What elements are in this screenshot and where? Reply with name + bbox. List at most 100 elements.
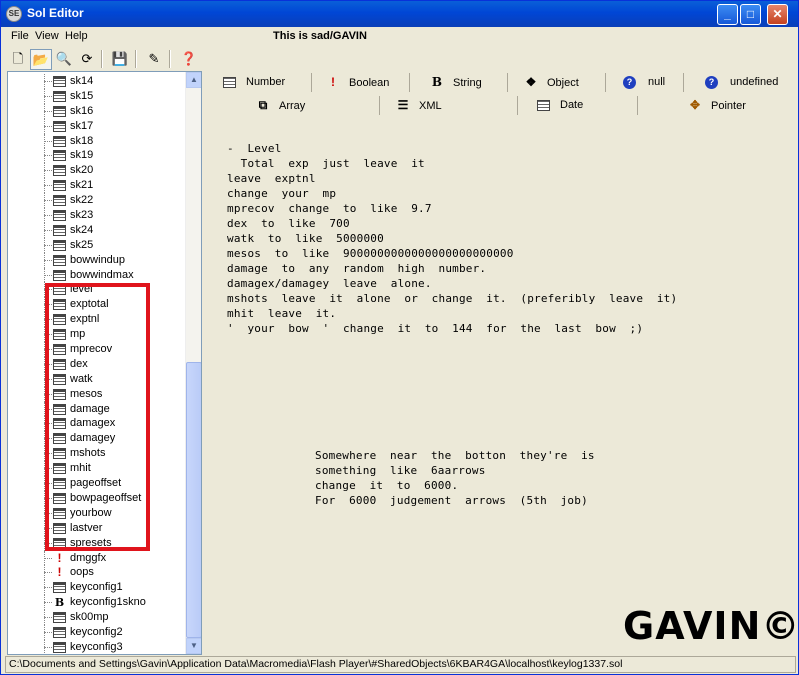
tree-item-label: keyconfig2 bbox=[70, 625, 123, 638]
grid-icon bbox=[53, 626, 66, 638]
help-icon[interactable]: ❓ bbox=[178, 49, 200, 70]
tree-item[interactable]: sk00mp bbox=[8, 610, 186, 625]
grid-icon bbox=[53, 612, 66, 624]
tree-item[interactable]: ! oops bbox=[8, 565, 186, 581]
tree-item[interactable]: sk24 bbox=[8, 222, 186, 238]
tree-scrollbar[interactable]: ▲ ▼ bbox=[185, 72, 201, 654]
tree-item[interactable]: sk18 bbox=[8, 133, 186, 149]
menu-view[interactable]: View bbox=[35, 30, 59, 42]
tree-item[interactable]: sk25 bbox=[8, 237, 186, 253]
tree-connector bbox=[44, 587, 52, 589]
scroll-thumb[interactable] bbox=[186, 362, 201, 638]
refresh-icon[interactable]: ⟳ bbox=[76, 49, 98, 70]
tree-item[interactable]: keyconfig2 bbox=[8, 624, 186, 640]
open-folder-icon[interactable]: 📂 bbox=[30, 49, 52, 70]
tab-array[interactable]: ⧉ Array bbox=[255, 94, 306, 116]
scroll-down-arrow-icon[interactable]: ▼ bbox=[186, 638, 201, 654]
array-icon: ⧉ bbox=[258, 98, 268, 112]
new-icon[interactable]: 🗋 bbox=[7, 49, 29, 70]
tab-boolean-label: Boolean bbox=[349, 77, 390, 89]
tree-item-label: sk16 bbox=[70, 104, 94, 117]
tree-item[interactable]: bowwindmax bbox=[8, 267, 186, 283]
tree-item[interactable]: ! dmggfx bbox=[8, 550, 186, 566]
question-icon: ? bbox=[705, 75, 718, 89]
menu-file[interactable]: File bbox=[11, 30, 29, 42]
list-icon: ☰ bbox=[397, 98, 409, 112]
tree-item[interactable]: sk22 bbox=[8, 193, 186, 209]
tree-item[interactable]: sk14 bbox=[8, 74, 186, 89]
tree-connector bbox=[44, 617, 52, 619]
question-icon: ? bbox=[623, 75, 636, 89]
tree-item-label: sk24 bbox=[70, 223, 94, 236]
tree-item[interactable]: sk20 bbox=[8, 163, 186, 179]
editor-content: - Level Total exp just leave it leave ex… bbox=[207, 119, 799, 655]
tab-null[interactable]: ? null bbox=[623, 71, 665, 93]
grid-icon bbox=[53, 254, 66, 266]
minimize-button[interactable]: _ bbox=[717, 4, 738, 25]
tree-connector bbox=[44, 185, 52, 187]
tab-number[interactable]: Number bbox=[223, 71, 285, 93]
exclamation-icon: ! bbox=[331, 75, 335, 89]
tree-connector bbox=[44, 140, 52, 142]
tree-item[interactable]: bowwindup bbox=[8, 252, 186, 268]
tree-item-label: sk23 bbox=[70, 209, 94, 222]
tree-item[interactable]: sk19 bbox=[8, 148, 186, 164]
toolbar: 🗋 📂 🔍 ⟳ 💾 ✎ ❓ bbox=[1, 47, 798, 71]
secondary-notes: Somewhere near the botton they're is som… bbox=[315, 449, 595, 507]
tree-item[interactable]: Bkeyconfig1skno bbox=[8, 595, 186, 611]
toolbar-separator bbox=[169, 50, 171, 68]
tab-xml[interactable]: ☰ XML bbox=[395, 94, 442, 116]
scroll-up-arrow-icon[interactable]: ▲ bbox=[186, 72, 201, 88]
tab-separator bbox=[517, 96, 518, 115]
tab-array-label: Array bbox=[279, 100, 306, 112]
tree-item[interactable]: sk15 bbox=[8, 88, 186, 104]
tab-boolean[interactable]: ! Boolean bbox=[325, 71, 389, 93]
tree-connector bbox=[44, 229, 52, 231]
exclamation-icon: ! bbox=[57, 550, 62, 565]
tab-null-label: null bbox=[648, 76, 666, 88]
tab-number-label: Number bbox=[246, 76, 286, 88]
tree-item-label: sk15 bbox=[70, 89, 94, 102]
save-icon[interactable]: 💾 bbox=[109, 49, 131, 70]
status-bar-path: C:\Documents and Settings\Gavin\Applicat… bbox=[5, 656, 796, 673]
tab-date[interactable]: Date bbox=[537, 94, 583, 116]
tree-item[interactable]: keyconfig3 bbox=[8, 639, 186, 654]
tab-undefined[interactable]: ? undefined bbox=[705, 71, 778, 93]
tree-item[interactable]: sk23 bbox=[8, 208, 186, 223]
tab-object[interactable]: ❖ Object bbox=[523, 71, 579, 93]
tree-connector bbox=[44, 631, 52, 633]
tree-item[interactable]: sk16 bbox=[8, 103, 186, 119]
grid-icon bbox=[53, 269, 66, 281]
gavin-logo: GAVIN© bbox=[623, 604, 799, 648]
tree-item[interactable]: keyconfig1 bbox=[8, 580, 186, 596]
toolbar-separator bbox=[135, 50, 137, 68]
calendar-icon bbox=[537, 99, 550, 111]
tab-undefined-label: undefined bbox=[730, 76, 779, 88]
tree-item-label: sk00mp bbox=[70, 611, 109, 624]
tree-connector bbox=[44, 125, 52, 127]
header-caption: This is sad/GAVIN bbox=[273, 30, 367, 42]
tree-connector bbox=[44, 95, 52, 97]
tab-pointer[interactable]: ✥ Pointer bbox=[687, 94, 746, 116]
title-bar[interactable]: SE Sol Editor _ □ ✕ bbox=[1, 1, 798, 27]
menu-help[interactable]: Help bbox=[65, 30, 88, 42]
tree-item-label: sk19 bbox=[70, 149, 94, 162]
grid-icon bbox=[53, 90, 66, 102]
tab-string[interactable]: B String bbox=[429, 71, 482, 93]
find-icon[interactable]: 🔍 bbox=[53, 49, 75, 70]
maximize-button[interactable]: □ bbox=[740, 4, 761, 25]
bold-b-icon: B bbox=[431, 75, 443, 89]
wand-icon[interactable]: ✎ bbox=[143, 49, 165, 70]
grid-icon bbox=[53, 641, 66, 653]
grid-icon bbox=[53, 239, 66, 251]
tree-item[interactable]: sk21 bbox=[8, 178, 186, 194]
tree-connector bbox=[44, 557, 52, 559]
tab-separator bbox=[311, 73, 312, 92]
tree-item[interactable]: sk17 bbox=[8, 118, 186, 134]
tab-separator bbox=[379, 96, 380, 115]
object-tree[interactable]: sk14 sk15 sk16 sk17 sk18 sk19 sk20 sk21 sk22 sk23… bbox=[7, 71, 202, 655]
tree-connector bbox=[44, 572, 52, 574]
red-highlight-box bbox=[45, 283, 150, 551]
toolbar-separator bbox=[101, 50, 103, 68]
close-button[interactable]: ✕ bbox=[767, 4, 788, 25]
